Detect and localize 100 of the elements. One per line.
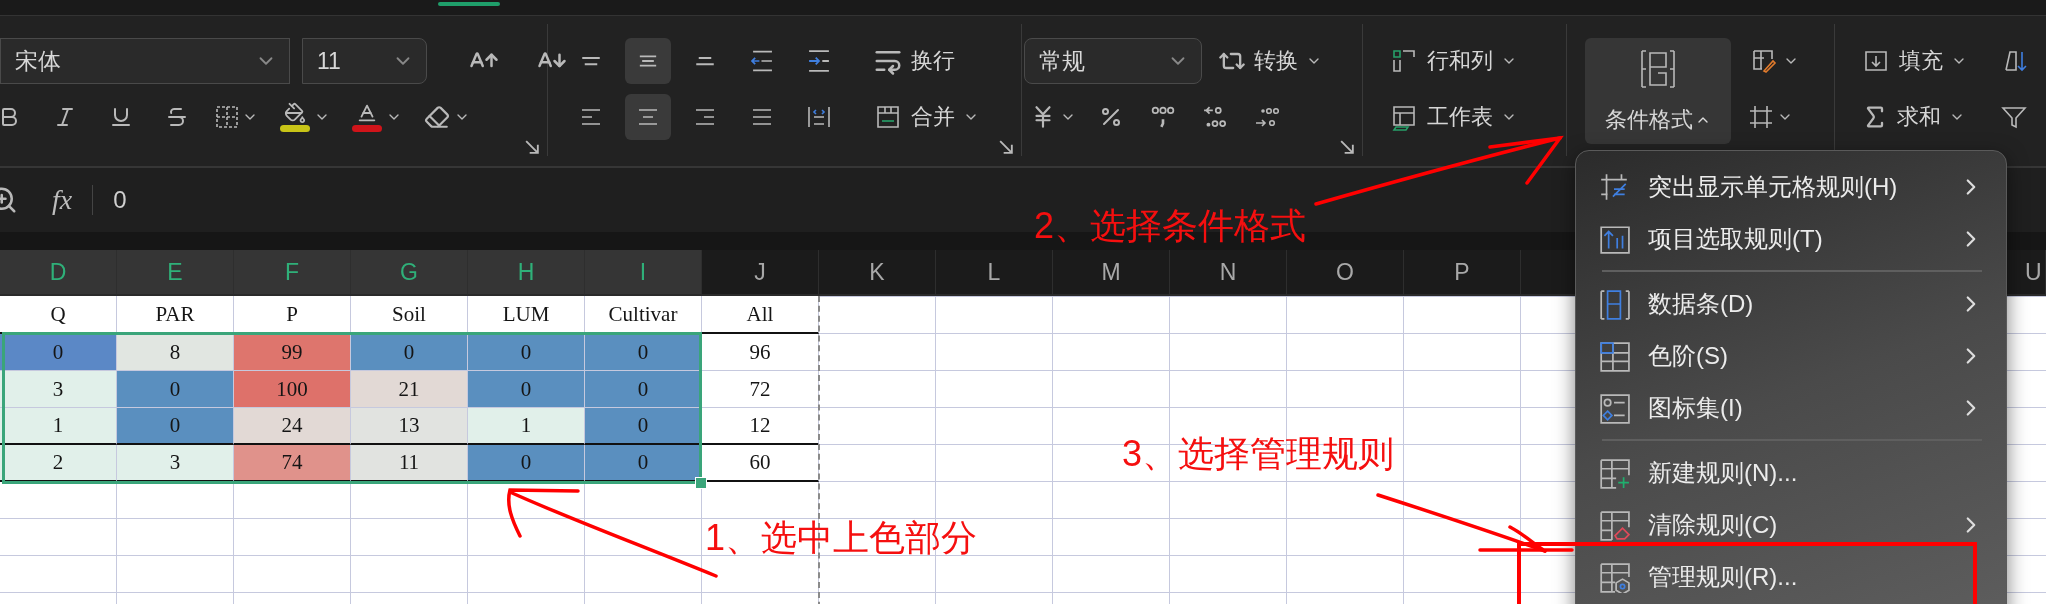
- menu-item-label: 项目选取规则(T): [1648, 224, 1824, 254]
- horizontal-align-button[interactable]: [625, 94, 671, 140]
- table-cell: 99: [234, 334, 351, 371]
- table-cell: 0: [585, 334, 702, 371]
- column-header[interactable]: D: [0, 250, 117, 296]
- column-header[interactable]: O: [1287, 250, 1404, 296]
- number-format-dropdown[interactable]: 常规: [1024, 38, 1202, 84]
- rows-columns-button[interactable]: 行和列: [1383, 38, 1523, 84]
- column-header[interactable]: K: [819, 250, 936, 296]
- menu-item[interactable]: 突出显示单元格规则(H): [1576, 161, 2006, 213]
- table-gear-icon: [1598, 561, 1630, 593]
- table-cell: 3: [117, 445, 234, 482]
- column-header[interactable]: I: [585, 250, 702, 296]
- table-cell: 0: [468, 334, 585, 371]
- menu-item[interactable]: 色阶(S): [1576, 330, 2006, 382]
- active-tab-indicator: [438, 2, 500, 6]
- table-cell: 1: [468, 408, 585, 445]
- menu-item-label: 清除规则(C): [1648, 510, 1779, 540]
- table-cell: 11: [351, 445, 468, 482]
- annotation-text: 2、选择条件格式: [1034, 208, 1307, 244]
- fill-handle[interactable]: [695, 477, 707, 489]
- merge-button[interactable]: 合并: [867, 94, 985, 140]
- menu-item[interactable]: 管理规则(R)...: [1576, 551, 2006, 603]
- underline-icon: [109, 105, 133, 129]
- column-header[interactable]: P: [1404, 250, 1521, 296]
- table-cell: 0: [585, 371, 702, 408]
- borders-icon: [216, 106, 238, 128]
- align-middle-icon: [638, 54, 658, 68]
- increase-indent-icon: [808, 50, 830, 72]
- dialog-launcher-icon[interactable]: [1340, 140, 1354, 154]
- decrease-indent-icon: [751, 50, 773, 72]
- border-frame-icon: [1749, 105, 1773, 129]
- eraser-icon: [424, 104, 450, 130]
- font-size-dropdown[interactable]: 11: [302, 38, 427, 84]
- font-color-icon: [352, 102, 382, 132]
- menu-item[interactable]: 清除规则(C): [1576, 499, 2006, 551]
- column-header[interactable]: M: [1053, 250, 1170, 296]
- menu-item-label: 色阶(S): [1648, 341, 1729, 371]
- table-cell: Q: [0, 296, 117, 334]
- menu-item-label: 图标集(I): [1648, 393, 1744, 423]
- function-label[interactable]: fx: [52, 184, 73, 216]
- fill-color-icon: [280, 102, 310, 132]
- vertical-align-button[interactable]: [625, 38, 671, 84]
- menu-item-label: 新建规则(N)...: [1648, 458, 1799, 488]
- thousands-separator-icon: [1151, 106, 1175, 128]
- dialog-launcher-icon[interactable]: [525, 140, 539, 154]
- sum-button[interactable]: 求和: [1855, 94, 1971, 140]
- convert-button[interactable]: 转换: [1212, 38, 1328, 84]
- menu-item-label: 突出显示单元格规则(H): [1648, 172, 1899, 202]
- worksheet-button[interactable]: 工作表: [1383, 94, 1523, 140]
- percent-icon: [1099, 105, 1123, 129]
- column-header[interactable]: H: [468, 250, 585, 296]
- table-cell: 24: [234, 408, 351, 445]
- column-header[interactable]: G: [351, 250, 468, 296]
- conditional-format-button[interactable]: 条件格式: [1585, 38, 1731, 144]
- table-cell: 0: [585, 445, 702, 482]
- increase-decimal-icon: [1203, 106, 1227, 128]
- table-plus-icon: [1598, 457, 1630, 489]
- align-top-icon: [581, 55, 601, 67]
- data-bars-icon: [1598, 288, 1630, 320]
- menu-item-label: 管理规则(R)...: [1648, 562, 1799, 592]
- table-cell: 100: [234, 371, 351, 408]
- annotation-text: 1、选中上色部分: [705, 520, 978, 556]
- table-cell: 3: [0, 371, 117, 408]
- table-cell: 8: [117, 334, 234, 371]
- strikethrough-icon: [165, 105, 189, 129]
- table-cell: 2: [0, 445, 117, 482]
- crop-unequal-icon: [1598, 171, 1630, 203]
- table-cell: 0: [117, 371, 234, 408]
- table-cell: 1: [0, 408, 117, 445]
- font-name-dropdown[interactable]: 宋体: [0, 38, 290, 84]
- menu-item[interactable]: 图标集(I): [1576, 382, 2006, 434]
- table-cell: 0: [468, 371, 585, 408]
- fill-button[interactable]: 填充: [1855, 38, 1973, 84]
- column-header[interactable]: L: [936, 250, 1053, 296]
- column-header[interactable]: E: [117, 250, 234, 296]
- icon-set-icon: [1598, 392, 1630, 424]
- table-cell: 0: [351, 334, 468, 371]
- table-eraser-icon: [1598, 509, 1630, 541]
- wrap-text-button[interactable]: 换行: [867, 38, 961, 84]
- table-cell: 13: [351, 408, 468, 445]
- annotation-text: 3、选择管理规则: [1122, 436, 1395, 472]
- align-bottom-icon: [695, 55, 715, 67]
- table-cell: 21: [351, 371, 468, 408]
- color-scale-icon: [1598, 340, 1630, 372]
- ranking-icon: [1598, 223, 1630, 255]
- menu-item-label: 数据条(D): [1648, 289, 1755, 319]
- table-cell: 0: [117, 408, 234, 445]
- formula-value: 0: [113, 186, 127, 214]
- table-cell: 0: [468, 445, 585, 482]
- decrease-decimal-icon: [1255, 106, 1279, 128]
- dialog-launcher-icon[interactable]: [999, 140, 1013, 154]
- table-cell: 0: [0, 334, 117, 371]
- menu-item[interactable]: 新建规则(N)...: [1576, 447, 2006, 499]
- table-cell: 74: [234, 445, 351, 482]
- table-cell: 0: [585, 408, 702, 445]
- column-header[interactable]: J: [702, 250, 819, 296]
- column-header[interactable]: N: [1170, 250, 1287, 296]
- column-header[interactable]: F: [234, 250, 351, 296]
- table-cell: All: [702, 296, 819, 334]
